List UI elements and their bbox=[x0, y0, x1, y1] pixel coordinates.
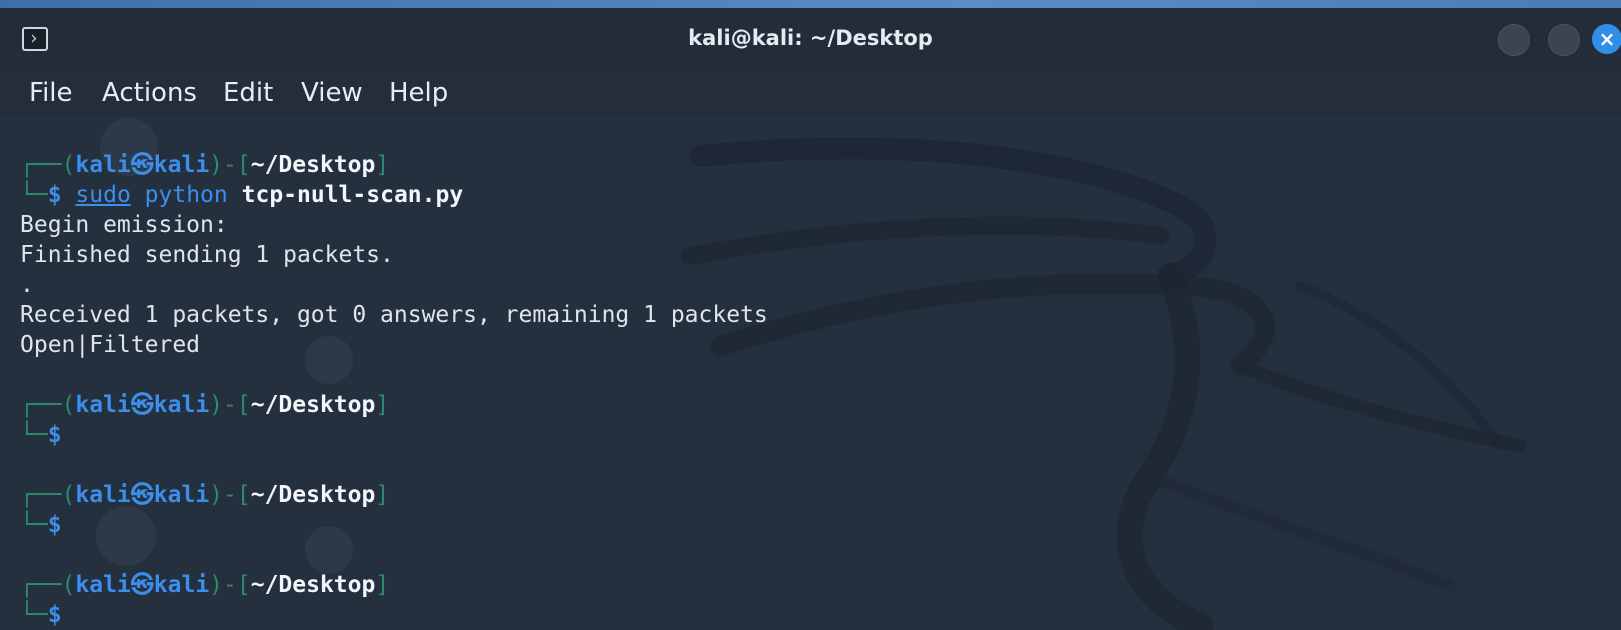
command-line: └─$ bbox=[20, 512, 62, 538]
desktop-ghost-icon bbox=[305, 526, 353, 574]
window-title: kali@kali: ~/Desktop bbox=[688, 26, 933, 50]
menu-view[interactable]: View bbox=[301, 76, 363, 110]
menu-bar: File Actions Edit View Help bbox=[0, 70, 1621, 116]
command-line: └─$ bbox=[20, 422, 62, 448]
menu-file[interactable]: File bbox=[29, 76, 73, 110]
output-line: Finished sending 1 packets. bbox=[20, 242, 394, 268]
output-line: . bbox=[20, 272, 34, 298]
prompt-line: ┌──(kali㉿kali)-[~/Desktop] bbox=[20, 392, 390, 418]
output-line: Open|Filtered bbox=[20, 332, 201, 358]
desktop-ghost-icon bbox=[305, 336, 353, 384]
command-line: └─$ sudo python tcp-null-scan.py bbox=[20, 182, 464, 208]
output-line: Begin emission: bbox=[20, 212, 228, 238]
close-icon[interactable]: × bbox=[1592, 24, 1621, 54]
menu-help[interactable]: Help bbox=[389, 76, 448, 110]
menu-actions[interactable]: Actions bbox=[102, 76, 197, 110]
minimize-icon[interactable] bbox=[1498, 24, 1530, 56]
desktop-top-strip bbox=[0, 0, 1621, 8]
terminal-window: kali@kali: ~/Desktop × File Actions Edit… bbox=[0, 0, 1621, 630]
prompt-line: ┌──(kali㉿kali)-[~/Desktop] bbox=[20, 152, 390, 178]
maximize-icon[interactable] bbox=[1548, 24, 1580, 56]
command-line: └─$ bbox=[20, 602, 62, 628]
desktop-ghost-icon bbox=[96, 506, 156, 566]
output-line: Received 1 packets, got 0 answers, remai… bbox=[20, 302, 768, 328]
title-bar[interactable]: kali@kali: ~/Desktop × bbox=[0, 8, 1621, 70]
menu-edit[interactable]: Edit bbox=[223, 76, 273, 110]
prompt-line: ┌──(kali㉿kali)-[~/Desktop] bbox=[20, 572, 390, 598]
terminal-output[interactable]: ┌──(kali㉿kali)-[~/Desktop] └─$ sudo pyth… bbox=[0, 116, 1621, 630]
prompt-line: ┌──(kali㉿kali)-[~/Desktop] bbox=[20, 482, 390, 508]
